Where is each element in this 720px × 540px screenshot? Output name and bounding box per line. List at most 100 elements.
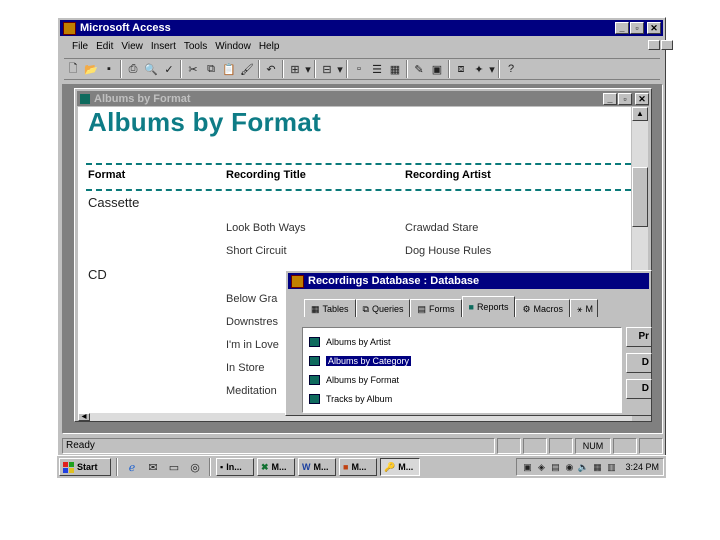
tab-modules[interactable]: ⚹ M <box>570 299 599 317</box>
status-text: Ready <box>62 438 495 454</box>
copy-icon[interactable]: ⧉ <box>202 60 220 78</box>
design-button[interactable]: D <box>626 353 652 373</box>
list-item[interactable]: Tracks by Album <box>309 389 621 408</box>
volume-icon[interactable]: 🔈 <box>577 458 589 476</box>
tray-icon[interactable]: ◉ <box>563 458 575 476</box>
quick-launch-channels-icon[interactable]: ◎ <box>186 458 204 476</box>
menu-insert[interactable]: Insert <box>147 39 180 55</box>
row-title: Look Both Ways <box>226 222 306 234</box>
report-icon <box>80 93 90 104</box>
dropdown-arrow-icon[interactable]: ▾ <box>304 60 312 78</box>
report-icon <box>309 336 320 347</box>
app-icon: ▪ <box>220 462 224 472</box>
report-maximize-button[interactable]: ▫ <box>618 92 632 105</box>
start-button[interactable]: Start <box>59 458 111 476</box>
tray-icon[interactable]: ▥ <box>605 458 617 476</box>
properties-icon[interactable]: ▣ <box>428 60 446 78</box>
office-links-icon[interactable]: ⊞ <box>286 60 304 78</box>
report-icon <box>309 374 320 385</box>
quick-launch-outlook-icon[interactable]: ✉ <box>144 458 162 476</box>
group-format: CD <box>88 267 107 282</box>
scroll-thumb[interactable] <box>632 167 648 227</box>
tab-macros[interactable]: ⚙ Macros <box>515 299 571 317</box>
header-divider-top <box>86 163 631 165</box>
minimize-button[interactable]: _ <box>615 22 629 34</box>
relationships-icon[interactable]: ⧈ <box>452 60 470 78</box>
task-button-active[interactable]: 🔑 M... <box>380 458 420 476</box>
cut-icon[interactable]: ✂ <box>184 60 202 78</box>
scroll-up-arrow-icon[interactable]: ▲ <box>632 107 648 121</box>
format-painter-icon[interactable]: 🖌 <box>238 60 256 78</box>
row-title: Below Gra <box>226 293 278 305</box>
tray-icon[interactable]: ▦ <box>591 458 603 476</box>
tray-icon[interactable]: ◈ <box>535 458 547 476</box>
analyze-icon[interactable]: ⊟ <box>318 60 336 78</box>
print-preview-icon[interactable]: 🔍 <box>142 60 160 78</box>
menu-view[interactable]: View <box>117 39 147 55</box>
close-button[interactable]: ✕ <box>647 22 661 34</box>
task-button[interactable]: ■ M... <box>339 458 377 476</box>
database-window-title: Recordings Database : Database <box>308 275 480 287</box>
tab-forms[interactable]: ▤ Forms <box>410 299 462 317</box>
list-item[interactable]: Albums by Format <box>309 370 621 389</box>
small-icons-icon[interactable]: ▫ <box>350 60 368 78</box>
menu-help[interactable]: Help <box>255 39 284 55</box>
menu-window[interactable]: Window <box>211 39 255 55</box>
open-icon[interactable]: 📂 <box>82 60 100 78</box>
column-header-title: Recording Title <box>226 169 306 181</box>
menu-edit[interactable]: Edit <box>92 39 117 55</box>
undo-icon[interactable]: ↶ <box>262 60 280 78</box>
print-icon[interactable]: ⎙ <box>124 60 142 78</box>
doc-restore-small-button[interactable] <box>648 40 660 50</box>
group-format: Cassette <box>88 195 140 210</box>
tab-reports[interactable]: ■ Reports <box>461 296 516 317</box>
database-tabs: ▦ Tables ⧉ Queries ▤ Forms ■ Reports ⚙ Macros… <box>304 296 599 319</box>
tab-tables[interactable]: ▦ Tables <box>304 299 356 317</box>
row-artist: Crawdad Stare <box>405 222 479 234</box>
report-minimize-button[interactable]: _ <box>603 92 617 105</box>
scroll-left-arrow-icon[interactable]: ◀ <box>78 413 90 421</box>
dropdown-arrow-icon[interactable]: ▾ <box>336 60 344 78</box>
maximize-button[interactable]: ▫ <box>630 22 644 34</box>
system-tray: ▣ ◈ ▤ ◉ 🔈 ▦ ▥ 3:24 PM <box>516 458 664 476</box>
list-item-selected[interactable]: Albums by Category <box>309 351 621 370</box>
help-icon[interactable]: ? <box>502 60 520 78</box>
access-title-bar[interactable]: Microsoft Access _ ▫ ✕ <box>60 20 663 36</box>
new-button[interactable]: D <box>626 379 652 399</box>
menu-file[interactable]: File <box>68 39 92 55</box>
taskbar: Start ℯ ✉ ▭ ◎ ▪ In... ✖ M... W M... ■ M... 🔑… <box>57 455 666 478</box>
report-close-button[interactable]: ✕ <box>635 92 649 105</box>
spelling-icon[interactable]: ✓ <box>160 60 178 78</box>
dropdown-arrow-icon[interactable]: ▾ <box>488 60 496 78</box>
list-item[interactable]: Albums by Artist <box>309 332 621 351</box>
database-title-bar[interactable]: Recordings Database : Database <box>288 273 649 289</box>
header-divider-bottom <box>86 189 631 191</box>
tab-queries[interactable]: ⧉ Queries <box>355 299 411 317</box>
save-icon[interactable]: ▪ <box>100 60 118 78</box>
report-icon <box>309 393 320 404</box>
preview-button[interactable]: Pr <box>626 327 652 347</box>
quick-launch-desktop-icon[interactable]: ▭ <box>165 458 183 476</box>
menu-tools[interactable]: Tools <box>180 39 211 55</box>
tray-icon[interactable]: ▤ <box>549 458 561 476</box>
excel-icon: ✖ <box>261 461 269 472</box>
new-icon[interactable]: 🗋 <box>64 60 82 78</box>
doc-close-small-button[interactable] <box>661 40 673 50</box>
new-object-icon[interactable]: ✦ <box>470 60 488 78</box>
report-title-bar[interactable]: Albums by Format _ ▫ ✕ <box>77 91 649 106</box>
windows-logo-icon <box>63 461 74 473</box>
code-icon[interactable]: ✎ <box>410 60 428 78</box>
row-artist: Dog House Rules <box>405 245 492 257</box>
details-view-icon[interactable]: ▦ <box>386 60 404 78</box>
paste-icon[interactable]: 📋 <box>220 60 238 78</box>
clock[interactable]: 3:24 PM <box>625 462 659 472</box>
task-button[interactable]: W M... <box>298 458 336 476</box>
reports-list[interactable]: Albums by Artist Albums by Category Albu… <box>302 327 622 413</box>
quick-launch-ie-icon[interactable]: ℯ <box>123 458 141 476</box>
task-button[interactable]: ▪ In... <box>216 458 254 476</box>
tray-icon[interactable]: ▣ <box>521 458 533 476</box>
task-button[interactable]: ✖ M... <box>257 458 295 476</box>
menu-bar: File Edit View Insert Tools Window Help <box>68 39 283 55</box>
list-view-icon[interactable]: ☰ <box>368 60 386 78</box>
column-header-format: Format <box>88 169 126 181</box>
